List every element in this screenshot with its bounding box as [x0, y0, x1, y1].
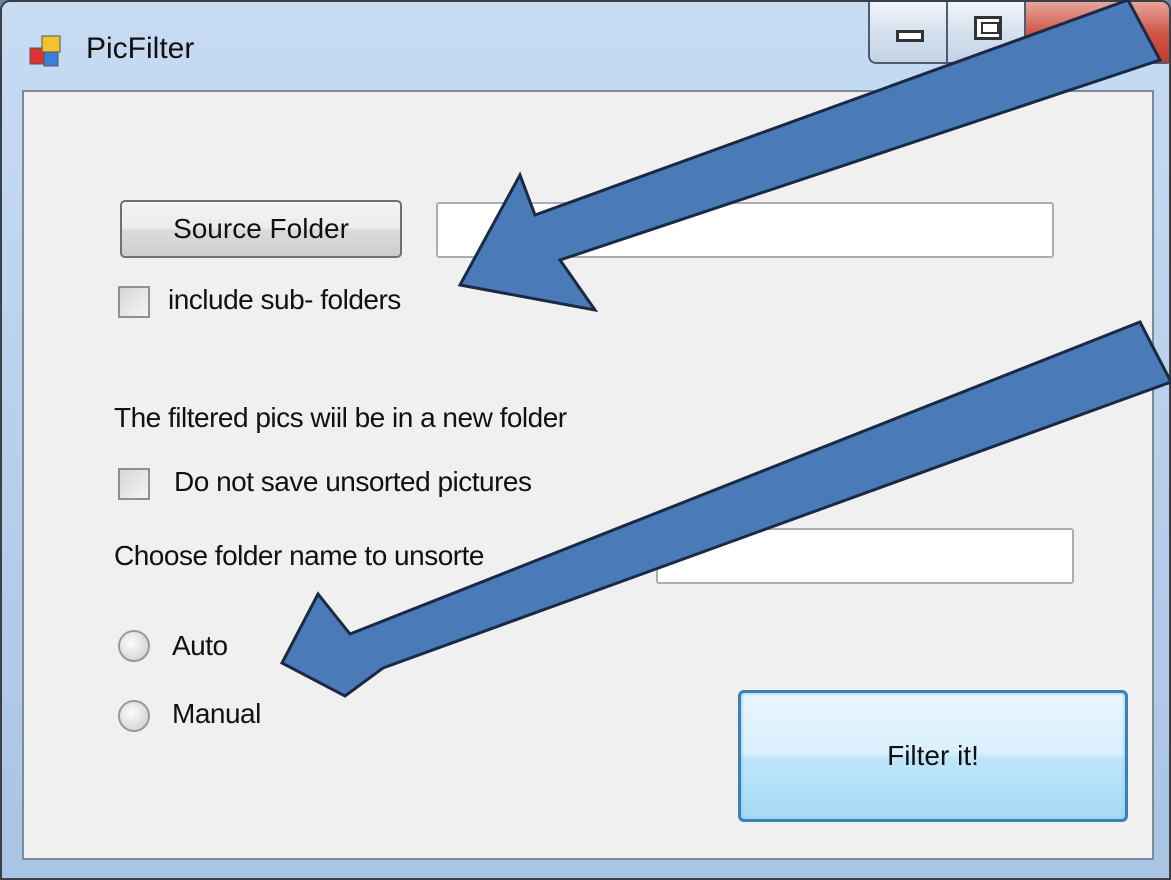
manual-radio-label[interactable]: Manual	[172, 698, 261, 730]
minimize-icon	[896, 30, 924, 42]
include-subfolders-label[interactable]: include sub- folders	[168, 284, 401, 316]
app-icon	[29, 35, 61, 67]
do-not-save-label[interactable]: Do not save unsorted pictures	[174, 466, 532, 498]
source-folder-input[interactable]	[436, 202, 1054, 258]
info-text: The filtered pics wiil be in a new folde…	[114, 402, 567, 433]
title-bar[interactable]: PicFilter	[2, 2, 1169, 90]
close-button[interactable]	[1024, 2, 1169, 64]
source-folder-button[interactable]: Source Folder	[120, 200, 402, 258]
manual-radio[interactable]	[118, 700, 150, 732]
maximize-icon	[974, 16, 1002, 40]
picfilter-window: PicFilter Source Folder include sub- fol…	[0, 0, 1171, 880]
auto-radio[interactable]	[118, 630, 150, 662]
filter-button[interactable]: Filter it!	[738, 690, 1128, 822]
choose-folder-label: Choose folder name to unsorte	[114, 540, 484, 571]
include-subfolders-checkbox[interactable]	[118, 286, 150, 318]
auto-radio-label[interactable]: Auto	[172, 630, 228, 662]
window-title: PicFilter	[86, 32, 195, 65]
do-not-save-checkbox[interactable]	[118, 468, 150, 500]
unsorted-folder-input[interactable]	[656, 528, 1074, 584]
form-client-area: Source Folder include sub- folders The f…	[22, 90, 1154, 860]
maximize-button[interactable]	[946, 2, 1026, 64]
close-icon	[1089, 20, 1113, 44]
minimize-button[interactable]	[868, 2, 948, 64]
